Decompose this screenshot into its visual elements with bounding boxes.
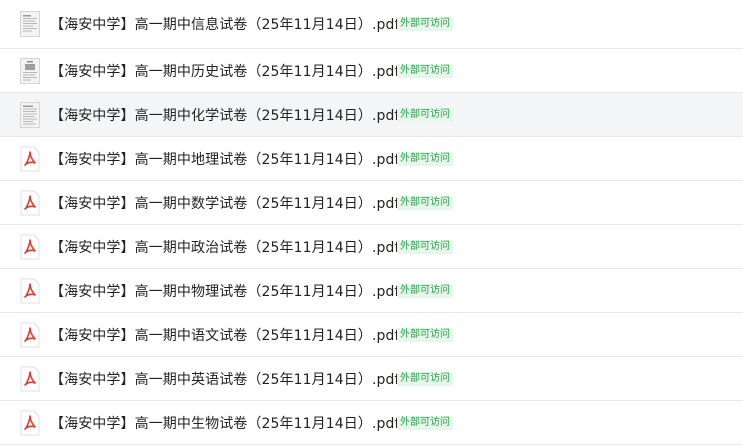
file-name[interactable]: 【海安中学】高一期中生物试卷（25年11月14日）.pdf (50, 413, 400, 433)
file-row[interactable]: 【海安中学】高一期中信息试卷（25年11月14日）.pdf 外部可访问 (0, 0, 743, 49)
file-name[interactable]: 【海安中学】高一期中历史试卷（25年11月14日）.pdf (50, 61, 400, 81)
file-name[interactable]: 【海安中学】高一期中化学试卷（25年11月14日）.pdf (50, 105, 400, 125)
file-name[interactable]: 【海安中学】高一期中信息试卷（25年11月14日）.pdf (50, 14, 400, 34)
pdf-icon (20, 410, 40, 435)
access-badge: 外部可访问 (397, 371, 453, 386)
file-row[interactable]: 【海安中学】高一期中生物试卷（25年11月14日）.pdf 外部可访问 (0, 401, 743, 445)
pdf-icon (20, 234, 40, 259)
pdf-icon (20, 322, 40, 347)
pdf-icon (20, 190, 40, 215)
file-name[interactable]: 【海安中学】高一期中数学试卷（25年11月14日）.pdf (50, 193, 400, 213)
access-badge: 外部可访问 (397, 283, 453, 298)
access-badge: 外部可访问 (397, 415, 453, 430)
file-row[interactable]: 【海安中学】高一期中地理试卷（25年11月14日）.pdf 外部可访问 (0, 137, 743, 181)
file-name[interactable]: 【海安中学】高一期中政治试卷（25年11月14日）.pdf (50, 237, 400, 257)
file-name[interactable]: 【海安中学】高一期中地理试卷（25年11月14日）.pdf (50, 149, 400, 169)
file-name[interactable]: 【海安中学】高一期中英语试卷（25年11月14日）.pdf (50, 369, 400, 389)
file-list: 【海安中学】高一期中信息试卷（25年11月14日）.pdf 外部可访问 【海安中… (0, 0, 743, 447)
file-name[interactable]: 【海安中学】高一期中语文试卷（25年11月14日）.pdf (50, 325, 400, 345)
file-name[interactable]: 【海安中学】高一期中物理试卷（25年11月14日）.pdf (50, 281, 400, 301)
file-row[interactable]: 【海安中学】高一期中物理试卷（25年11月14日）.pdf 外部可访问 (0, 269, 743, 313)
access-badge: 外部可访问 (397, 63, 453, 78)
document-preview-icon (20, 11, 40, 37)
file-row[interactable]: 【海安中学】高一期中英语试卷（25年11月14日）.pdf 外部可访问 (0, 357, 743, 401)
access-badge: 外部可访问 (397, 151, 453, 166)
pdf-icon (20, 366, 40, 391)
document-preview-icon (20, 101, 40, 128)
file-row[interactable]: 【海安中学】高一期中化学试卷（25年11月14日）.pdf 外部可访问 (0, 93, 743, 137)
file-row[interactable]: 【海安中学】高一期中数学试卷（25年11月14日）.pdf 外部可访问 (0, 181, 743, 225)
access-badge: 外部可访问 (397, 107, 453, 122)
access-badge: 外部可访问 (397, 327, 453, 342)
pdf-icon (20, 146, 40, 171)
access-badge: 外部可访问 (397, 195, 453, 210)
file-row[interactable]: 【海安中学】高一期中政治试卷（25年11月14日）.pdf 外部可访问 (0, 225, 743, 269)
file-row[interactable]: 【海安中学】高一期中历史试卷（25年11月14日）.pdf 外部可访问 (0, 49, 743, 93)
access-badge: 外部可访问 (397, 239, 453, 254)
access-badge: 外部可访问 (397, 17, 453, 31)
document-preview-icon (20, 57, 40, 84)
pdf-icon (20, 278, 40, 303)
file-row[interactable]: 【海安中学】高一期中语文试卷（25年11月14日）.pdf 外部可访问 (0, 313, 743, 357)
